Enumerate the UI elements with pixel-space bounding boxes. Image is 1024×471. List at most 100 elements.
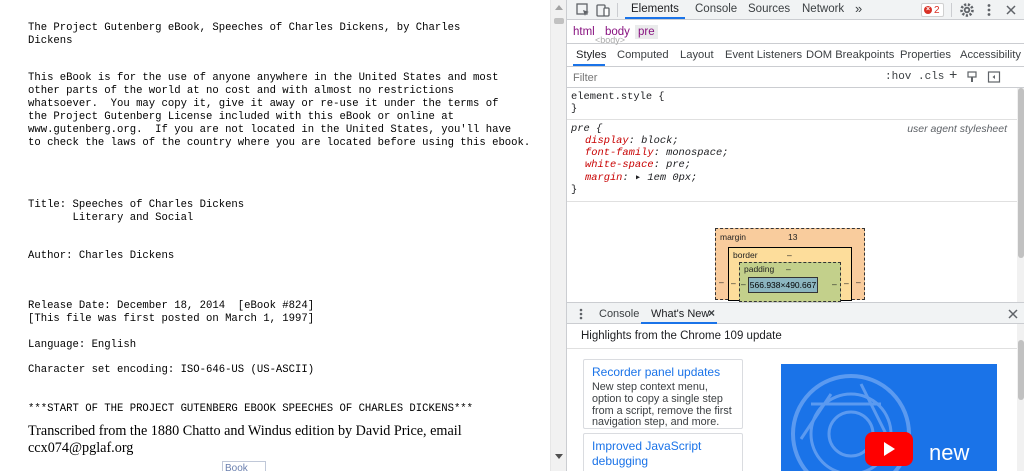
subtab-active-indicator: [573, 64, 605, 66]
element-style-rule[interactable]: element.style { }: [567, 91, 1017, 115]
settings-gear-icon[interactable]: [959, 2, 975, 18]
devtools-tabbar: Elements Console Sources Network » × 2: [567, 0, 1024, 20]
styles-pane: element.style { } pre { user agent style…: [567, 88, 1017, 302]
license-line-5: www.gutenberg.org. If you are not locate…: [28, 124, 512, 136]
tab-network[interactable]: Network: [802, 3, 844, 15]
broken-image-icon: Book: [222, 461, 266, 471]
error-count-badge[interactable]: × 2: [921, 3, 944, 17]
tabbar-divider: [617, 3, 618, 17]
prop-value: monospace;: [666, 147, 729, 159]
styles-subtabs: Styles Computed Layout Event Listeners D…: [567, 45, 1024, 67]
box-model-border[interactable]: border – – – padding – – – 566.938×490.6…: [728, 247, 852, 302]
promo-text: new: [929, 440, 970, 465]
close-drawer-icon[interactable]: [1007, 308, 1019, 320]
broken-image-alt: Book: [225, 463, 248, 471]
whats-new-divider: [567, 348, 1017, 349]
new-style-rule-button[interactable]: +: [949, 68, 957, 84]
declaration-white-space[interactable]: white-space: pre;: [571, 159, 1017, 171]
breadcrumb-pre[interactable]: pre: [635, 25, 658, 39]
transcribed-line-1: Transcribed from the 1880 Chatto and Win…: [28, 423, 462, 439]
prop-name: white-space: [585, 159, 654, 171]
padding-right-value: –: [832, 279, 837, 289]
subtab-event-listeners[interactable]: Event Listeners: [725, 49, 802, 61]
subtab-properties[interactable]: Properties: [900, 49, 951, 61]
element-style-selector[interactable]: element.style {: [571, 91, 1017, 103]
whats-new-panel: Highlights from the Chrome 109 update Re…: [567, 324, 1024, 471]
border-right-value: –: [844, 278, 849, 288]
first-posted-line: [This file was first posted on March 1, …: [28, 313, 315, 325]
prop-value: pre;: [666, 159, 692, 171]
declaration-font-family[interactable]: font-family: monospace;: [571, 147, 1017, 159]
error-icon: ×: [924, 6, 932, 14]
breadcrumb-body[interactable]: body: [605, 26, 630, 38]
active-tab-indicator: [625, 17, 685, 19]
card-body: New step context menu, option to copy a …: [592, 381, 732, 429]
inspect-element-icon[interactable]: [575, 2, 591, 18]
tab-elements[interactable]: Elements: [631, 3, 679, 15]
drawer-tab-whats-new[interactable]: What's New: [651, 308, 709, 320]
rule-divider: [567, 119, 1017, 120]
paint-brush-icon[interactable]: [965, 70, 979, 84]
subtab-dom-breakpoints[interactable]: DOM Breakpoints: [806, 49, 894, 61]
class-toggle[interactable]: .cls: [918, 71, 944, 83]
margin-left-value: –: [719, 277, 724, 287]
subtab-styles[interactable]: Styles: [576, 49, 606, 61]
tabbar-divider-2: [951, 3, 952, 17]
box-model-margin[interactable]: margin 13 – – border – – – padding – – –…: [715, 228, 865, 302]
start-marker-line: ***START OF THE PROJECT GUTENBERG EBOOK …: [28, 403, 474, 415]
whats-new-scroll-thumb[interactable]: [1018, 340, 1024, 400]
language-line: Language: English: [28, 339, 137, 351]
tab-console[interactable]: Console: [695, 3, 737, 15]
subtab-layout[interactable]: Layout: [680, 49, 714, 61]
drawer-tab-console[interactable]: Console: [599, 308, 639, 320]
card-title[interactable]: Recorder panel updates: [592, 365, 734, 380]
more-tabs-chevron-icon[interactable]: »: [855, 1, 862, 16]
license-line-4: the Project Gutenberg License included w…: [28, 111, 454, 123]
play-button-icon[interactable]: [865, 432, 913, 466]
tab-sources[interactable]: Sources: [748, 3, 790, 15]
whats-new-heading: Highlights from the Chrome 109 update: [581, 330, 782, 342]
styles-scrollbar[interactable]: [1017, 88, 1024, 302]
whats-new-scrollbar[interactable]: [1017, 324, 1024, 471]
license-line-6: to check the laws of the country where y…: [28, 137, 531, 149]
border-top-value: –: [787, 250, 792, 260]
prop-name: display: [585, 135, 629, 147]
margin-top-value: 13: [788, 232, 798, 242]
card-title[interactable]: Improved JavaScript debugging: [592, 439, 734, 469]
toggle-sidebar-icon[interactable]: [987, 70, 1001, 84]
prop-value: ▸ 1em 0px;: [634, 172, 698, 184]
prop-name: margin: [585, 172, 623, 184]
padding-label: padding: [744, 264, 775, 274]
whats-new-card[interactable]: Improved JavaScript debugging: [583, 433, 743, 471]
scroll-up-arrow-icon[interactable]: [555, 5, 563, 10]
pre-rule[interactable]: pre { user agent stylesheet display: blo…: [567, 123, 1017, 196]
box-model-content[interactable]: 566.938×490.667: [748, 277, 818, 293]
box-model-padding[interactable]: padding – – – 566.938×490.667: [739, 262, 841, 302]
hover-state-toggle[interactable]: :hov: [885, 71, 911, 83]
padding-top-value: –: [786, 264, 791, 274]
kebab-menu-icon[interactable]: [981, 2, 997, 18]
close-tab-icon[interactable]: ×: [708, 306, 715, 320]
scroll-down-arrow-icon[interactable]: [555, 454, 563, 459]
whats-new-video-thumbnail[interactable]: new: [781, 364, 997, 471]
transcribed-line-2: ccx074@pglaf.org: [28, 440, 134, 456]
styles-scroll-thumb[interactable]: [1018, 88, 1024, 258]
subtab-accessibility[interactable]: Accessibility: [960, 49, 1021, 61]
close-devtools-icon[interactable]: [1003, 2, 1019, 18]
subtab-computed[interactable]: Computed: [617, 49, 669, 61]
drawer-tabbar: Console What's New ×: [567, 302, 1024, 324]
whats-new-card[interactable]: Recorder panel updates New step context …: [583, 359, 743, 429]
page-scroll-thumb[interactable]: [554, 18, 564, 24]
page-scrollbar[interactable]: [550, 0, 566, 471]
header-line-2: Dickens: [28, 35, 73, 47]
device-toolbar-icon[interactable]: [595, 2, 611, 18]
border-left-value: –: [731, 278, 736, 288]
declaration-margin[interactable]: margin: ▸ 1em 0px;: [571, 171, 1017, 184]
drawer-menu-icon[interactable]: [577, 307, 585, 321]
title-line-2: Literary and Social: [28, 212, 194, 224]
pre-rule-close: }: [571, 184, 578, 196]
declaration-display[interactable]: display: block;: [571, 135, 1017, 147]
margin-right-value: –: [856, 277, 861, 287]
styles-filter-input[interactable]: [573, 70, 873, 85]
breadcrumb-html[interactable]: html: [573, 26, 595, 38]
